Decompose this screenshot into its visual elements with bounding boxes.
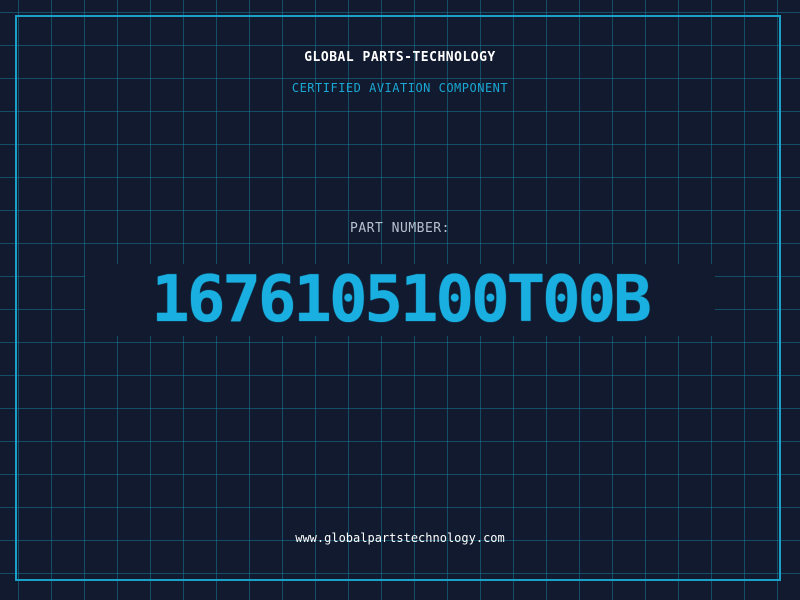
part-number-label: PART NUMBER:: [350, 221, 450, 236]
part-number-value: 1676105100T00B: [85, 264, 715, 336]
certification-tagline: CERTIFIED AVIATION COMPONENT: [291, 81, 509, 95]
website-url: www.globalpartstechnology.com: [295, 531, 505, 545]
company-name: GLOBAL PARTS-TECHNOLOGY: [304, 50, 496, 65]
